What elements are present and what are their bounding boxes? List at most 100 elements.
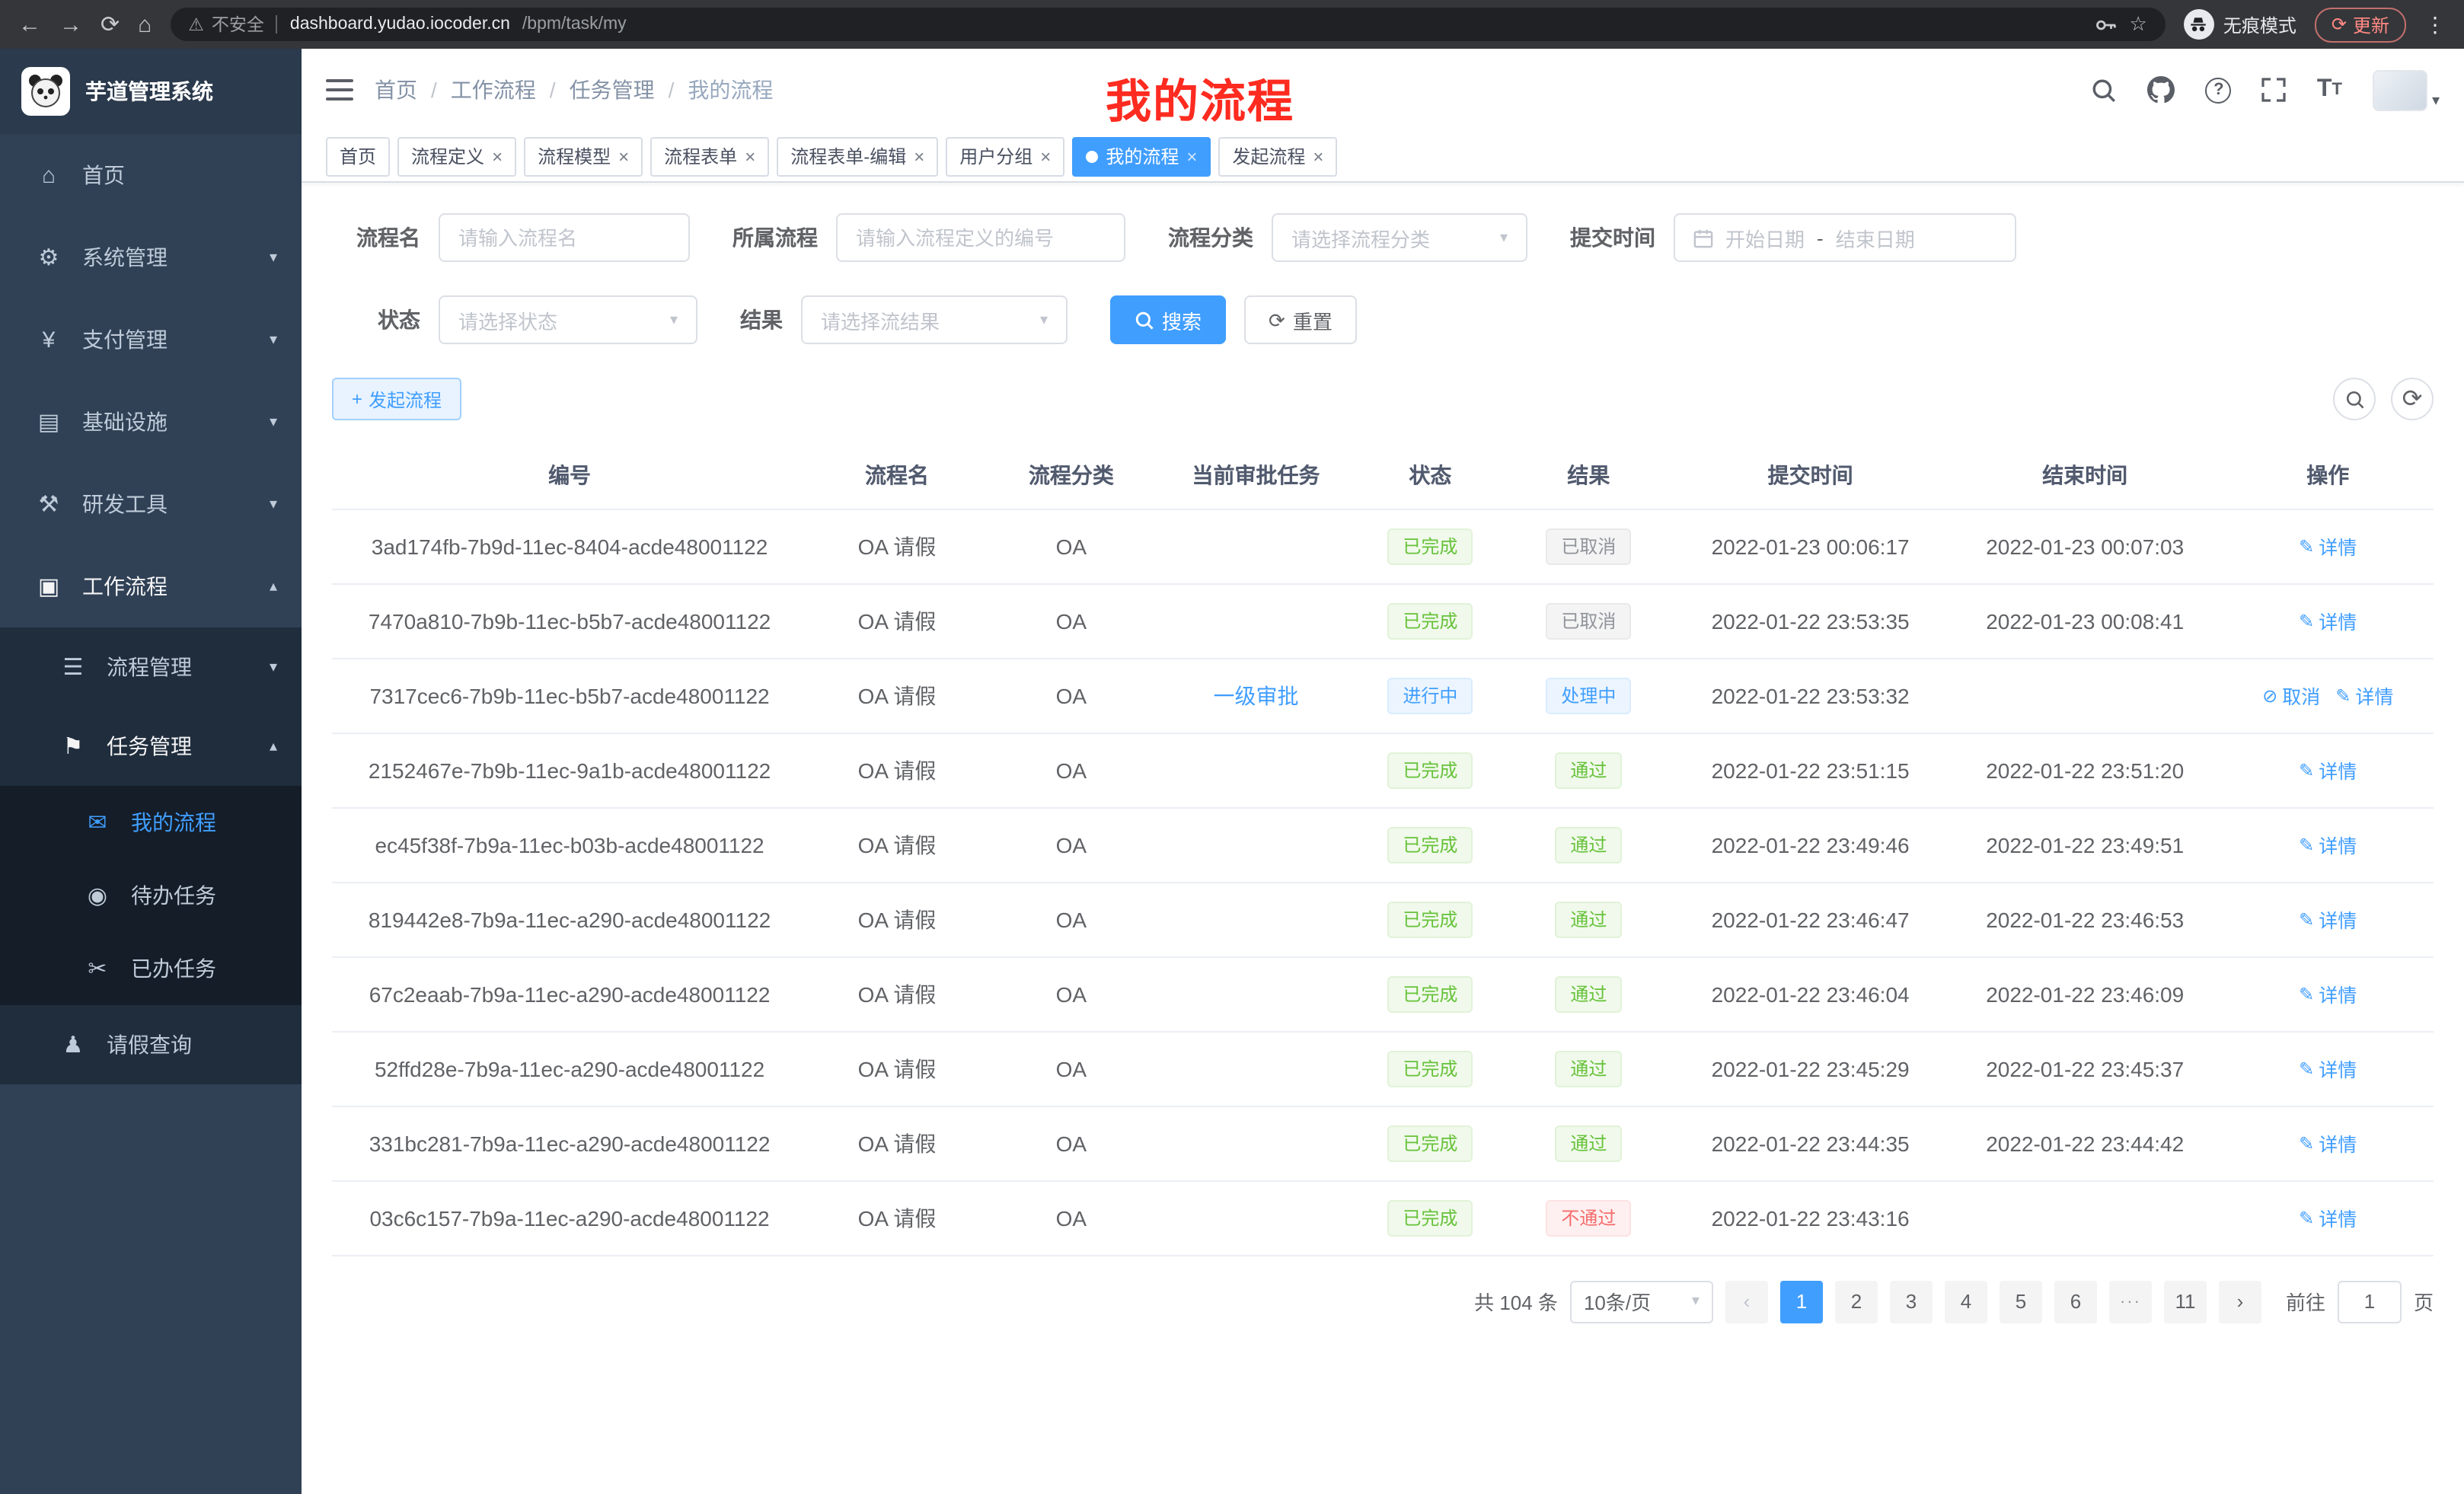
close-icon[interactable]: × [1040, 147, 1051, 165]
cell-submit-time: 2022-01-22 23:53:35 [1673, 583, 1948, 658]
cell-current-task [1156, 807, 1357, 882]
page-button-1[interactable]: 1 [1780, 1280, 1823, 1323]
detail-button-label: 详情 [2319, 905, 2357, 934]
status-select[interactable]: 请选择状态 ▾ [439, 295, 697, 344]
sidebar-item-devtools[interactable]: ⚒研发工具▾ [0, 463, 302, 545]
refresh-icon: ⟳ [1269, 310, 1285, 330]
tab-process-model[interactable]: 流程模型× [524, 136, 643, 176]
tab-start-process[interactable]: 发起流程× [1218, 136, 1337, 176]
cell-result: 通过 [1504, 807, 1673, 882]
tab-my-process[interactable]: 我的流程× [1072, 136, 1211, 176]
forward-icon[interactable]: → [59, 13, 82, 36]
cell-id: 3ad174fb-7b9d-11ec-8404-acde48001122 [332, 509, 807, 583]
hamburger-icon[interactable] [326, 78, 353, 102]
detail-button[interactable]: ✎详情 [2299, 979, 2357, 1008]
page-button-4[interactable]: 4 [1945, 1280, 1987, 1323]
date-range-picker[interactable]: 开始日期 - 结束日期 [1674, 213, 2016, 262]
close-icon[interactable]: × [914, 147, 924, 165]
cell-id: 7470a810-7b9b-11ec-b5b7-acde48001122 [332, 583, 807, 658]
avatar[interactable] [2373, 69, 2427, 110]
address-bar[interactable]: ⚠ 不安全 dashboard.yudao.iocoder.cn /bpm/ta… [170, 8, 2166, 41]
sidebar-item-task-manage[interactable]: ⚑任务管理▴ [0, 707, 302, 786]
table-row: 67c2eaab-7b9a-11ec-a290-acde48001122OA 请… [332, 956, 2434, 1031]
tab-user-group[interactable]: 用户分组× [946, 136, 1064, 176]
sidebar-item-system[interactable]: ⚙系统管理▾ [0, 216, 302, 298]
security-indicator[interactable]: ⚠ 不安全 [188, 12, 264, 37]
fullscreen-icon[interactable] [2262, 78, 2287, 102]
breadcrumb-item[interactable]: 任务管理 [570, 75, 655, 105]
page-button-5[interactable]: 5 [2000, 1280, 2042, 1323]
home-icon[interactable]: ⌂ [138, 13, 152, 36]
page-button-6[interactable]: 6 [2054, 1280, 2097, 1323]
sidebar-item-infrastructure[interactable]: ▤基础设施▾ [0, 381, 302, 463]
cell-id: 67c2eaab-7b9a-11ec-a290-acde48001122 [332, 956, 807, 1031]
category-select[interactable]: 请选择流程分类 ▾ [1272, 213, 1527, 262]
search-icon[interactable] [2092, 77, 2118, 103]
table-row: 7470a810-7b9b-11ec-b5b7-acde48001122OA 请… [332, 583, 2434, 658]
sidebar-item-workflow[interactable]: ▣工作流程▴ [0, 545, 302, 627]
tools-icon: ⚒ [30, 490, 67, 518]
sidebar-item-process-manage[interactable]: ☰流程管理▾ [0, 627, 302, 707]
github-icon[interactable] [2148, 76, 2175, 104]
chevron-down-icon: ▾ [1040, 311, 1048, 328]
search-button[interactable]: 搜索 [1110, 295, 1226, 344]
page-ellipsis-button[interactable]: ··· [2109, 1280, 2152, 1323]
table-search-button[interactable] [2333, 378, 2376, 420]
cell-actions: ✎详情 [2223, 1106, 2434, 1180]
breadcrumb-item[interactable]: 首页 [375, 75, 417, 105]
detail-button[interactable]: ✎详情 [2299, 1203, 2357, 1232]
close-icon[interactable]: × [1313, 147, 1323, 165]
breadcrumb-item[interactable]: 工作流程 [451, 75, 536, 105]
tab-process-form-edit[interactable]: 流程表单-编辑× [777, 136, 938, 176]
page-button-11[interactable]: 11 [2164, 1280, 2207, 1323]
user-menu[interactable]: ▾ [2373, 69, 2440, 110]
close-icon[interactable]: × [618, 147, 629, 165]
close-icon[interactable]: × [492, 147, 503, 165]
detail-button[interactable]: ✎详情 [2299, 755, 2357, 784]
detail-button[interactable]: ✎详情 [2299, 1054, 2357, 1083]
tab-process-definition[interactable]: 流程定义× [397, 136, 516, 176]
breadcrumb-separator: / [550, 78, 556, 102]
detail-button[interactable]: ✎详情 [2299, 532, 2357, 560]
reset-button[interactable]: ⟳ 重置 [1244, 295, 1357, 344]
cancel-button[interactable]: ⊘取消 [2262, 681, 2320, 710]
sidebar-item-leave-query[interactable]: ♟请假查询 [0, 1005, 302, 1084]
goto-page-input[interactable] [2338, 1280, 2402, 1323]
sidebar-item-payment[interactable]: ¥支付管理▾ [0, 298, 302, 381]
detail-button[interactable]: ✎详情 [2335, 681, 2393, 710]
tab-home[interactable]: 首页 [326, 136, 390, 176]
password-key-icon[interactable] [2095, 13, 2118, 36]
sidebar-item-done-tasks[interactable]: ✂已办任务 [0, 932, 302, 1005]
detail-button[interactable]: ✎详情 [2299, 905, 2357, 934]
create-process-button[interactable]: + 发起流程 [332, 378, 461, 420]
current-task-link[interactable]: 一级审批 [1214, 683, 1299, 707]
table-refresh-button[interactable]: ⟳ [2391, 378, 2434, 420]
sidebar-item-my-process[interactable]: ✉我的流程 [0, 786, 302, 859]
close-icon[interactable]: × [1186, 147, 1197, 165]
page-button-2[interactable]: 2 [1835, 1280, 1878, 1323]
help-icon[interactable]: ? [2206, 77, 2232, 103]
back-icon[interactable]: ← [18, 13, 41, 36]
process-name-input[interactable] [439, 213, 690, 262]
update-button[interactable]: ⟳ 更新 [2315, 7, 2406, 42]
filter-label: 提交时间 [1570, 222, 1655, 253]
tab-process-form[interactable]: 流程表单× [650, 136, 769, 176]
reload-icon[interactable]: ⟳ [101, 13, 120, 36]
browser-menu-icon[interactable]: ⋮ [2424, 11, 2446, 37]
process-def-input[interactable] [836, 213, 1125, 262]
page-button-3[interactable]: 3 [1890, 1280, 1933, 1323]
sidebar-item-home[interactable]: ⌂首页 [0, 134, 302, 216]
detail-button[interactable]: ✎详情 [2299, 606, 2357, 635]
result-select[interactable]: 请选择流结果 ▾ [801, 295, 1068, 344]
sidebar-item-label: 待办任务 [131, 880, 277, 911]
prev-page-button[interactable]: ‹ [1725, 1280, 1768, 1323]
detail-button[interactable]: ✎详情 [2299, 1128, 2357, 1157]
sidebar-item-todo-tasks[interactable]: ◉待办任务 [0, 859, 302, 932]
cell-current-task [1156, 733, 1357, 807]
detail-button[interactable]: ✎详情 [2299, 830, 2357, 859]
font-size-icon[interactable]: TT [2317, 76, 2342, 104]
close-icon[interactable]: × [745, 147, 755, 165]
bookmark-star-icon[interactable]: ☆ [2130, 12, 2147, 37]
next-page-button[interactable]: › [2219, 1280, 2261, 1323]
page-size-select[interactable]: 10条/页 ▾ [1570, 1280, 1713, 1323]
